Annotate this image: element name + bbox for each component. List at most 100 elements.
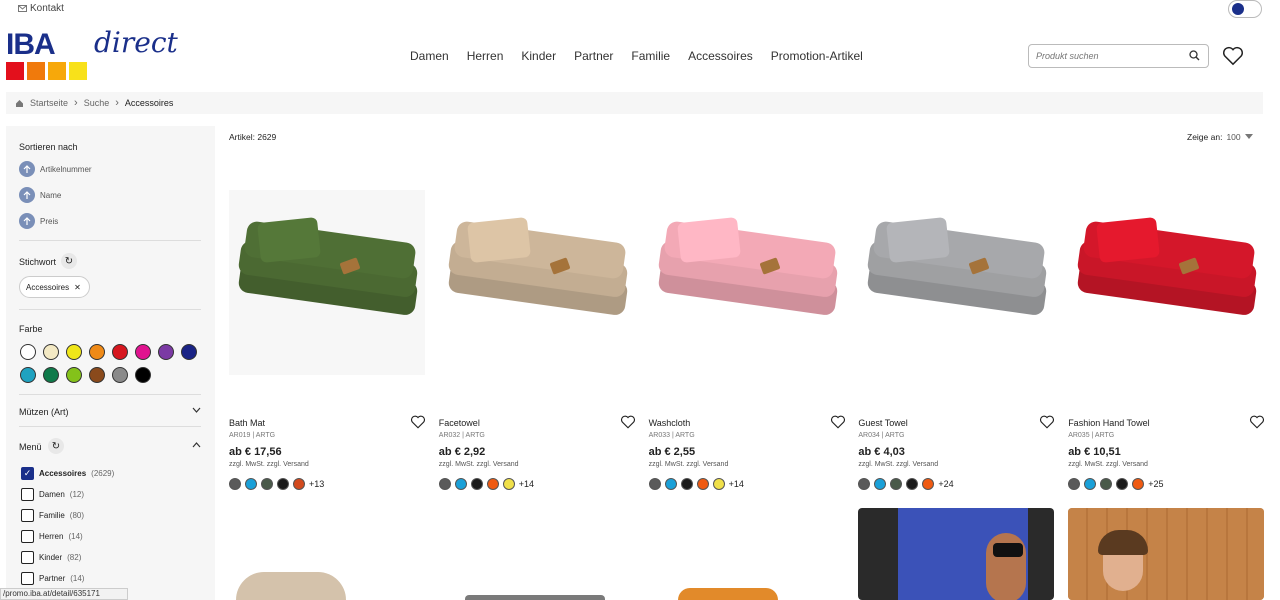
muetzen-filter-title[interactable]: Mützen (Art) [19,407,69,417]
nav-item-partner[interactable]: Partner [574,49,613,63]
logo[interactable]: IBA direct [6,26,206,84]
product-vat-note: zzgl. MwSt. zzgl. Versand [858,461,939,468]
color-swatch[interactable] [112,344,128,360]
color-swatch[interactable] [89,344,105,360]
menu-checkbox-item[interactable]: Damen (12) [21,488,84,501]
color-dot[interactable] [293,478,305,490]
wishlist-heart-icon[interactable] [1222,46,1244,66]
wishlist-heart-icon[interactable] [1249,415,1265,429]
product-name[interactable]: Washcloth [649,418,691,428]
product-name[interactable]: Bath Mat [229,418,265,428]
color-swatch[interactable] [89,367,105,383]
color-dot[interactable] [261,478,273,490]
checkbox-icon[interactable] [21,530,34,543]
menu-checkbox-item[interactable]: Herren (14) [21,530,83,543]
sort-option-preis[interactable]: Preis [19,213,58,229]
color-swatch[interactable] [66,367,82,383]
color-dot[interactable] [454,478,467,490]
product-image[interactable] [1068,190,1264,375]
color-swatch[interactable] [20,367,36,383]
color-dot[interactable] [229,478,241,490]
menu-checkbox-item[interactable]: ✓ Accessoires (2629) [21,467,114,480]
color-swatch[interactable] [112,367,128,383]
checkbox-checked-icon[interactable]: ✓ [21,467,34,480]
color-dot[interactable] [245,478,257,490]
breadcrumb-home[interactable]: Startseite [30,98,68,108]
color-dot[interactable] [712,478,725,490]
color-swatch[interactable] [43,367,59,383]
nav-item-accessoires[interactable]: Accessoires [688,49,753,63]
color-swatch[interactable] [20,344,36,360]
product-image[interactable] [229,190,425,375]
nav-item-kinder[interactable]: Kinder [521,49,556,63]
product-name[interactable]: Guest Towel [858,418,907,428]
color-dot[interactable] [906,478,919,490]
theme-toggle[interactable] [1228,0,1262,18]
wishlist-heart-icon[interactable] [620,415,636,429]
nav-item-herren[interactable]: Herren [467,49,504,63]
product-image-partial[interactable] [236,572,346,600]
color-swatch[interactable] [66,344,82,360]
sort-option-artikelnummer[interactable]: Artikelnummer [19,161,92,177]
wishlist-heart-icon[interactable] [1039,415,1055,429]
color-swatch[interactable] [181,344,197,360]
reset-icon[interactable]: ↻ [48,438,64,454]
color-dot[interactable] [680,478,693,490]
product-image-partial[interactable] [858,508,1054,600]
color-dot[interactable] [486,478,499,490]
color-dot[interactable] [922,478,935,490]
color-swatch[interactable] [135,344,151,360]
color-swatch[interactable] [43,344,59,360]
product-image-partial[interactable] [465,595,605,600]
menu-checkbox-item[interactable]: Familie (80) [21,509,84,522]
color-swatch[interactable] [158,344,174,360]
product-name[interactable]: Facetowel [439,418,480,428]
color-dot[interactable] [664,478,677,490]
sort-option-name[interactable]: Name [19,187,61,203]
page-size-select[interactable]: Zeige an: 100 [1187,132,1253,142]
checkbox-icon[interactable] [21,488,34,501]
color-dot[interactable] [696,478,709,490]
nav-item-familie[interactable]: Familie [631,49,670,63]
reset-icon[interactable]: ↻ [61,253,77,269]
checkbox-icon[interactable] [21,572,34,585]
color-dot[interactable] [1116,478,1129,490]
page-size-value: 100 [1226,132,1241,142]
chevron-down-icon[interactable] [192,407,201,413]
color-dot[interactable] [502,478,515,490]
product-name[interactable]: Fashion Hand Towel [1068,418,1149,428]
color-dot[interactable] [1132,478,1145,490]
product-image-partial[interactable] [1068,508,1264,600]
product-image[interactable] [649,190,845,375]
close-icon[interactable]: ✕ [74,283,81,292]
contact-link[interactable]: Kontakt [18,3,64,14]
menu-item-label: Familie [39,511,65,520]
color-dot[interactable] [1100,478,1113,490]
menu-checkbox-item[interactable]: Partner (14) [21,572,84,585]
checkbox-icon[interactable] [21,509,34,522]
product-image[interactable] [858,190,1054,375]
keyword-chip[interactable]: Accessoires ✕ [19,276,90,298]
wishlist-heart-icon[interactable] [410,415,426,429]
color-dot[interactable] [1068,478,1081,490]
color-dot[interactable] [890,478,903,490]
search-icon[interactable] [1189,50,1200,61]
search-input[interactable] [1036,45,1186,67]
checkbox-icon[interactable] [21,551,34,564]
color-dot[interactable] [438,478,451,490]
color-dot[interactable] [1084,478,1097,490]
color-dot[interactable] [858,478,871,490]
color-dot[interactable] [470,478,483,490]
wishlist-heart-icon[interactable] [830,415,846,429]
nav-item-damen[interactable]: Damen [410,49,449,63]
color-dot[interactable] [277,478,289,490]
color-dot[interactable] [648,478,661,490]
breadcrumb-search[interactable]: Suche [84,98,110,108]
product-image-partial[interactable] [678,588,778,600]
product-image[interactable] [439,190,635,375]
menu-checkbox-item[interactable]: Kinder (82) [21,551,81,564]
color-dot[interactable] [874,478,887,490]
chevron-up-icon[interactable] [192,442,201,448]
color-swatch[interactable] [135,367,151,383]
nav-item-promotion-artikel[interactable]: Promotion-Artikel [771,49,863,63]
